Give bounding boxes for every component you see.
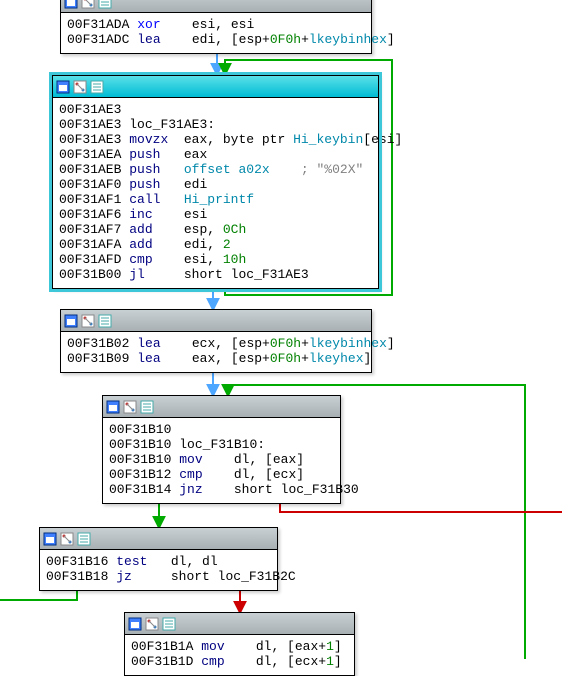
- list-icon: [140, 400, 154, 414]
- node-code: 00F31B16 test dl, dl 00F31B18 jz short l…: [40, 550, 277, 590]
- node-code: 00F31B10 00F31B10 loc_F31B10: 00F31B10 m…: [103, 418, 340, 503]
- graph-icon: [145, 617, 159, 631]
- node-titlebar: [125, 613, 354, 635]
- graph-node-2[interactable]: 00F31AE3 00F31AE3 loc_F31AE3: 00F31AE3 m…: [52, 75, 379, 289]
- node-titlebar: [61, 0, 371, 13]
- window-icon: [128, 617, 142, 631]
- node-code: 00F31B1A mov dl, [eax+1] 00F31B1D cmp dl…: [125, 635, 354, 675]
- window-icon: [64, 0, 78, 9]
- list-icon: [98, 314, 112, 328]
- node-titlebar: [103, 396, 340, 418]
- list-icon: [90, 80, 104, 94]
- window-icon: [106, 400, 120, 414]
- graph-icon: [81, 314, 95, 328]
- list-icon: [77, 532, 91, 546]
- window-icon: [56, 80, 70, 94]
- node-code: 00F31AE3 00F31AE3 loc_F31AE3: 00F31AE3 m…: [53, 98, 378, 288]
- graph-icon: [123, 400, 137, 414]
- graph-node-4[interactable]: 00F31B10 00F31B10 loc_F31B10: 00F31B10 m…: [102, 395, 341, 504]
- graph-node-5[interactable]: 00F31B16 test dl, dl 00F31B18 jz short l…: [39, 527, 278, 591]
- node-titlebar: [53, 76, 378, 98]
- list-icon: [162, 617, 176, 631]
- node-code: 00F31ADA xor esi, esi 00F31ADC lea edi, …: [61, 13, 371, 53]
- graph-icon: [60, 532, 74, 546]
- window-icon: [64, 314, 78, 328]
- graph-icon: [73, 80, 87, 94]
- node-titlebar: [61, 310, 371, 332]
- node-code: 00F31B02 lea ecx, [esp+0F0h+lkeybinhex] …: [61, 332, 371, 372]
- window-icon: [43, 532, 57, 546]
- node-titlebar: [40, 528, 277, 550]
- graph-node-3[interactable]: 00F31B02 lea ecx, [esp+0F0h+lkeybinhex] …: [60, 309, 372, 373]
- list-icon: [98, 0, 112, 9]
- graph-icon: [81, 0, 95, 9]
- graph-node-1[interactable]: 00F31ADA xor esi, esi 00F31ADC lea edi, …: [60, 0, 372, 54]
- graph-node-6[interactable]: 00F31B1A mov dl, [eax+1] 00F31B1D cmp dl…: [124, 612, 355, 676]
